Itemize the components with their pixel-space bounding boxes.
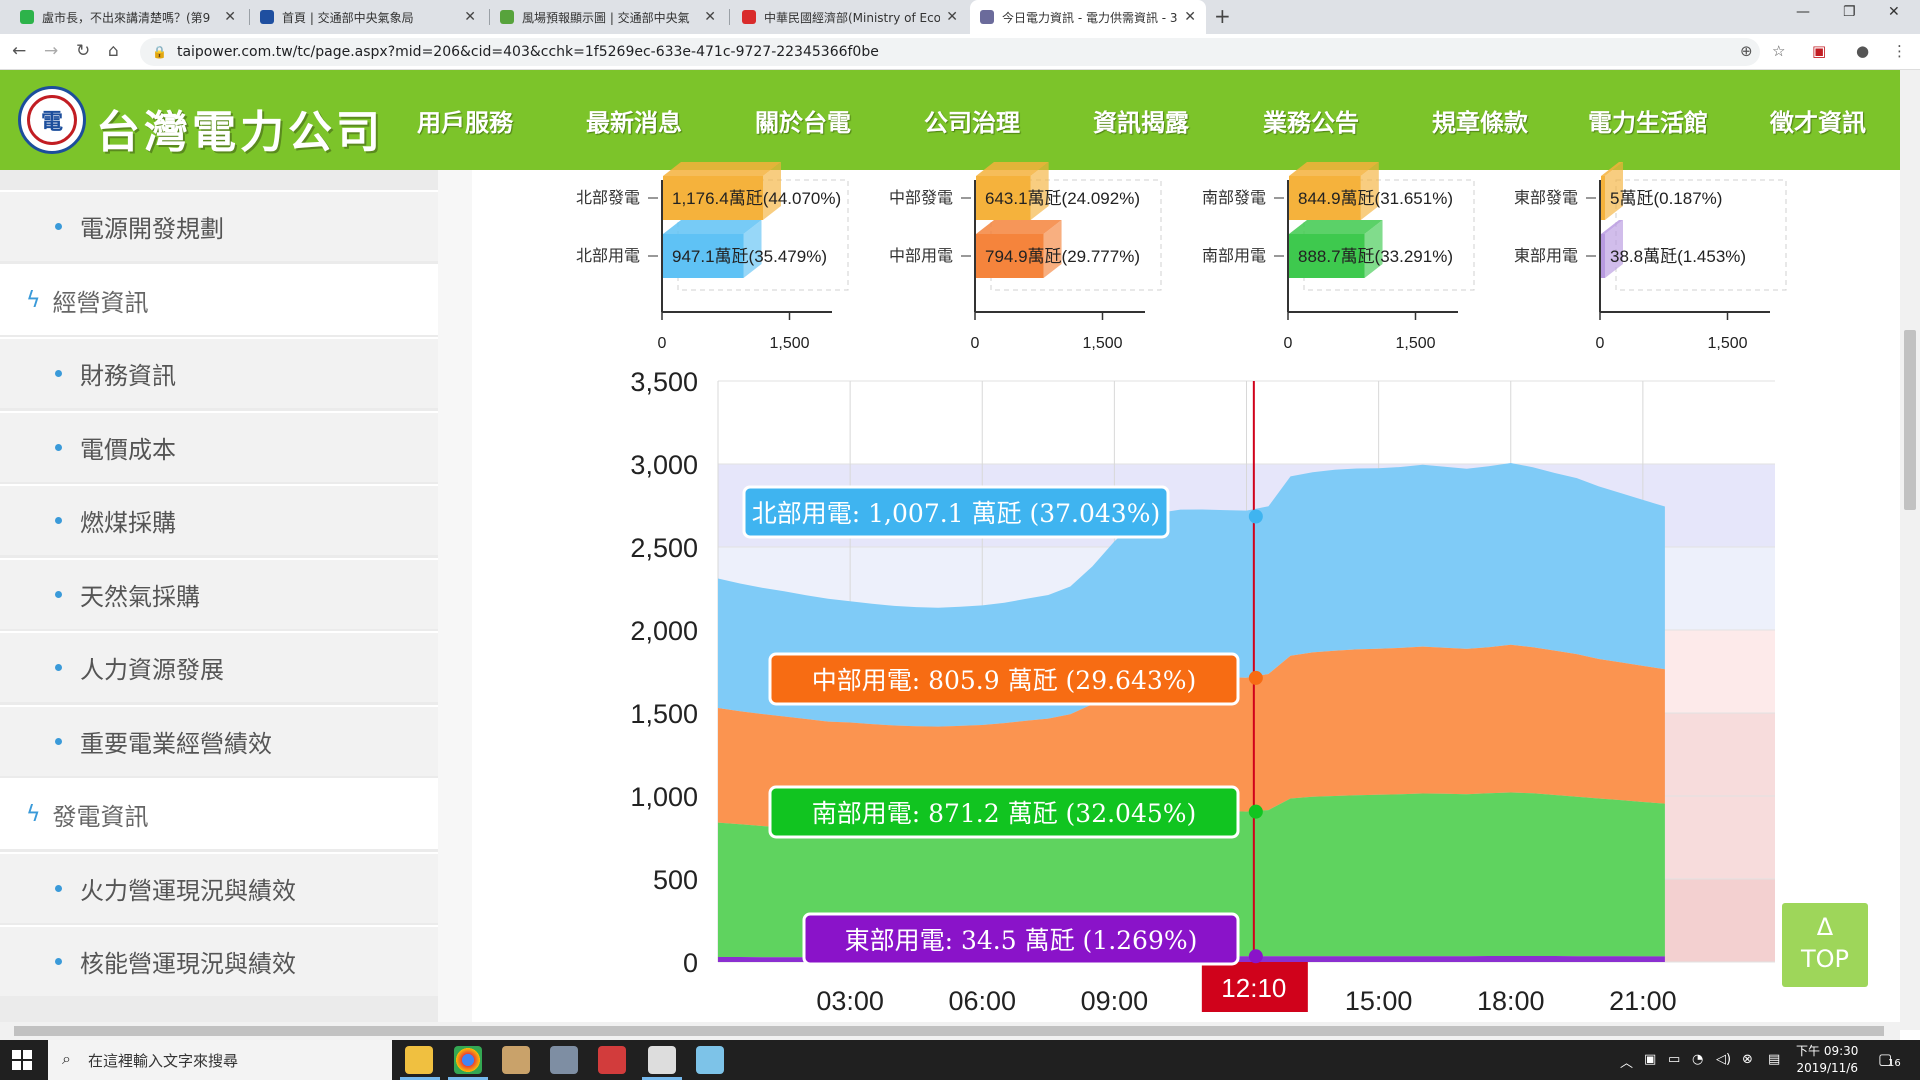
x-tick-label: 18:00: [1477, 986, 1545, 1016]
bar-data-label: 38.8萬瓩(1.453%): [1610, 247, 1746, 266]
y-tick-label: 1,000: [630, 782, 698, 812]
series-tooltip: 南部用電: 871.2 萬瓩 (32.045%): [768, 785, 1263, 839]
series-tooltip: 中部用電: 805.9 萬瓩 (29.643%): [768, 652, 1263, 706]
network-icon[interactable]: ◔: [1692, 1052, 1703, 1067]
x-tick-label: 21:00: [1609, 986, 1677, 1016]
bar-top-face: [663, 162, 781, 176]
bar-panel: 0 1,500 東部發電 5萬瓩(0.187%) 東部用電 38.8萬瓩(1.453%): [1514, 162, 1787, 352]
tray-shield-icon[interactable]: ▣: [1644, 1052, 1656, 1067]
y-tick-label: 2,000: [630, 616, 698, 646]
tooltip-text: 中部用電: 805.9 萬瓩 (29.643%): [812, 666, 1197, 695]
y-tick-label: 1,500: [630, 699, 698, 729]
bar-panel: 0 1,500 南部發電 844.9萬瓩(31.651%) 南部用電 888.7萬瓩(33…: [1202, 162, 1475, 352]
y-tick-label: 3,000: [630, 450, 698, 480]
bar-panel: 0 1,500 中部發電 643.1萬瓩(24.092%) 中部用電 794.9萬瓩(29…: [889, 162, 1162, 352]
chrome-icon[interactable]: [454, 1046, 482, 1074]
tooltip-marker: [1248, 509, 1263, 524]
power-chart: 0 1,500 北部發電 1,176.4萬瓩(44.070%) 北部用電 947.1萬瓩(…: [576, 162, 1787, 1016]
bar-x-tick-label: 0: [658, 335, 667, 352]
bar-x-tick-label: 0: [971, 335, 980, 352]
file-explorer-icon[interactable]: [405, 1046, 433, 1074]
bar-category-label: 北部發電: [576, 188, 640, 207]
notification-count: 16: [1888, 1058, 1901, 1069]
tooltip-marker: [1248, 804, 1263, 819]
x-tick-label: 03:00: [816, 986, 884, 1016]
taskbar-clock[interactable]: 下午 09:30 2019/11/6: [1796, 1043, 1858, 1077]
bar-x-tick-label: 0: [1284, 335, 1293, 352]
bar-x-tick-label: 1,500: [1707, 335, 1747, 352]
x-tick-label: 09:00: [1081, 986, 1149, 1016]
top-label: TOP: [1800, 945, 1850, 973]
app-icon-4[interactable]: [696, 1046, 724, 1074]
bar-category-label: 東部用電: [1514, 246, 1578, 265]
search-icon: ⌕: [62, 1049, 71, 1068]
tray-chevron-icon[interactable]: ︿: [1620, 1052, 1633, 1071]
y-tick-label: 0: [683, 948, 698, 978]
bar-category-label: 南部發電: [1202, 188, 1266, 207]
windows-start-icon[interactable]: [12, 1050, 32, 1070]
volume-icon[interactable]: ◁): [1716, 1052, 1731, 1067]
tooltip-text: 北部用電: 1,007.1 萬瓩 (37.043%): [752, 499, 1160, 528]
photos-icon[interactable]: [648, 1046, 676, 1074]
bar-data-label: 643.1萬瓩(24.092%): [985, 189, 1140, 208]
tooltip-text: 南部用電: 871.2 萬瓩 (32.045%): [812, 799, 1197, 828]
top-arrow-icon: Δ: [1816, 913, 1834, 941]
vertical-scroll-thumb[interactable]: [1904, 330, 1916, 510]
bar-data-label: 5萬瓩(0.187%): [1610, 189, 1722, 208]
ime-icon[interactable]: ▤: [1768, 1052, 1780, 1067]
tooltip-marker: [1248, 949, 1263, 964]
bar-data-label: 844.9萬瓩(31.651%): [1298, 189, 1453, 208]
clock-time: 下午 09:30: [1796, 1044, 1859, 1058]
bar: [1601, 234, 1605, 278]
bar-category-label: 中部發電: [889, 188, 953, 207]
app-icon-1[interactable]: [502, 1046, 530, 1074]
bar-data-label: 947.1萬瓩(35.479%): [672, 247, 827, 266]
bar-x-tick-label: 1,500: [769, 335, 809, 352]
app-icon-3[interactable]: [598, 1046, 626, 1074]
back-to-top-button[interactable]: Δ TOP: [1782, 903, 1868, 987]
y-tick-label: 500: [653, 865, 698, 895]
area-chart: 0 500 1,000 1,500 2,000 2,500 3,000 3,500 03:00 0…: [630, 367, 1775, 1016]
x-tick-label: 06:00: [948, 986, 1016, 1016]
bar-panel: 0 1,500 北部發電 1,176.4萬瓩(44.070%) 北部用電 947.1萬瓩(…: [576, 162, 849, 352]
x-tick-label: 15:00: [1345, 986, 1413, 1016]
bar-data-label: 794.9萬瓩(29.777%): [985, 247, 1140, 266]
bar-x-tick-label: 1,500: [1395, 335, 1435, 352]
taskbar-search-box[interactable]: ⌕ 在這裡輸入文字來搜尋: [48, 1040, 392, 1080]
taskbar-search-placeholder: 在這裡輸入文字來搜尋: [88, 1051, 239, 1070]
bar-data-label: 1,176.4萬瓩(44.070%): [672, 189, 841, 208]
tooltip-text: 東部用電: 34.5 萬瓩 (1.269%): [845, 926, 1198, 955]
battery-icon[interactable]: ▭: [1668, 1052, 1680, 1067]
bar-data-label: 888.7萬瓩(33.291%): [1298, 247, 1453, 266]
y-tick-label: 3,500: [630, 367, 698, 397]
clock-date: 2019/11/6: [1796, 1061, 1858, 1075]
bar-category-label: 東部發電: [1514, 188, 1578, 207]
screen: { "browser": { "tabs": [ {"title": "盧市長，…: [0, 0, 1920, 1080]
bar-category-label: 中部用電: [889, 246, 953, 265]
tooltip-marker: [1248, 670, 1263, 685]
bar-x-tick-label: 1,500: [1082, 335, 1122, 352]
bar-category-label: 北部用電: [576, 246, 640, 265]
bar-category-label: 南部用電: [1202, 246, 1266, 265]
horizontal-scroll-thumb[interactable]: [14, 1026, 1884, 1036]
vertical-scrollbar[interactable]: [1900, 70, 1920, 1030]
app-icon-2[interactable]: [550, 1046, 578, 1074]
y-tick-label: 2,500: [630, 533, 698, 563]
bar-x-tick-label: 0: [1596, 335, 1605, 352]
series-tooltip: 東部用電: 34.5 萬瓩 (1.269%): [802, 912, 1263, 966]
windows-taskbar: ⌕ 在這裡輸入文字來搜尋 ︿ ▣ ▭ ◔ ◁) ⊗ ▤ 下午 09:30 201…: [0, 1040, 1920, 1080]
tray-app-icon[interactable]: ⊗: [1742, 1052, 1753, 1067]
current-time-label: 12:10: [1221, 973, 1286, 1003]
bar: [1601, 176, 1605, 220]
